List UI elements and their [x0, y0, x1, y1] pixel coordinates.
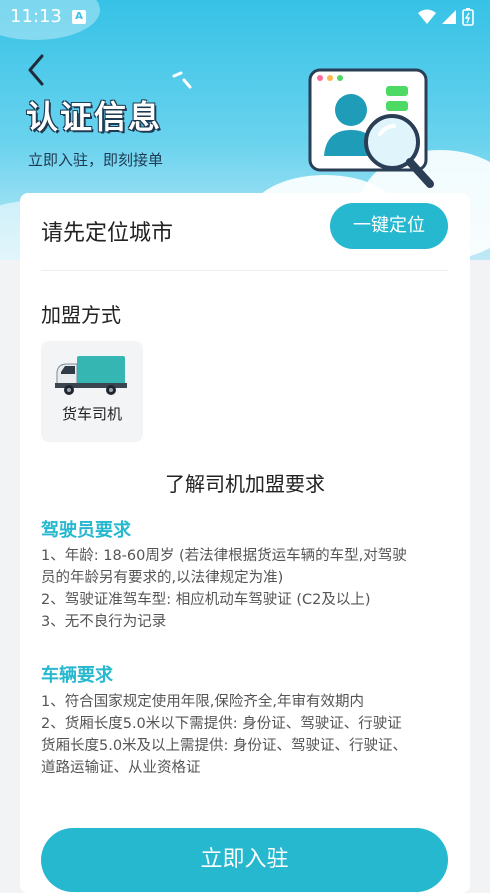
requirement-line: 1、年龄: 18-60周岁 (若法律根据货运车辆的车型,对驾驶 — [41, 548, 407, 564]
sparkle-icon — [172, 71, 192, 89]
requirement-line: 货厢长度5.0米及以上需提供: 身份证、驾驶证、行驶证、 — [41, 738, 408, 754]
vehicle-requirements-title: 车辆要求 — [41, 665, 113, 686]
page-subtitle: 立即入驻，即刻接单 — [28, 151, 164, 169]
requirement-line: 员的年龄另有要求的,以法律规定为准) — [41, 570, 284, 586]
page-title: 认证信息 — [26, 98, 163, 136]
status-time: 11:13 — [10, 6, 62, 27]
id-verification-illustration — [306, 66, 446, 196]
requirement-line: 1、符合国家规定使用年限,保险齐全,年审有效期内 — [41, 694, 364, 710]
requirements-heading: 了解司机加盟要求 — [165, 472, 325, 496]
locate-button[interactable]: 一键定位 — [330, 203, 448, 249]
requirement-line: 2、货厢长度5.0米以下需提供: 身份证、驾驶证、行驶证 — [41, 716, 402, 732]
truck-icon — [55, 356, 127, 395]
join-option-label: 货车司机 — [61, 405, 122, 423]
chevron-left-icon — [28, 54, 44, 86]
join-method-title: 加盟方式 — [41, 303, 121, 327]
requirement-line: 3、无不良行为记录 — [41, 614, 167, 630]
driver-requirements-title: 驾驶员要求 — [41, 520, 131, 541]
status-bar: 11:13 A — [0, 0, 490, 34]
wifi-signal-battery-icon — [418, 8, 474, 26]
status-icons — [416, 8, 478, 30]
back-button[interactable] — [24, 52, 54, 88]
vehicle-requirements-text: 1、符合国家规定使用年限,保险齐全,年审有效期内 2、货厢长度5.0米以下需提供… — [41, 691, 451, 779]
divider — [41, 270, 448, 271]
requirement-line: 道路运输证、从业资格证 — [41, 760, 201, 776]
locate-city-label: 请先定位城市 — [41, 221, 174, 246]
join-now-button[interactable]: 立即入驻 — [41, 828, 448, 892]
id-card-magnifier-icon — [308, 68, 434, 188]
info-card: 请先定位城市 一键定位 加盟方式 货车司机 了解司机加盟要求 驾驶员要求 1、年… — [20, 193, 470, 893]
requirement-line: 2、驾驶证准驾车型: 相应机动车驾驶证 (C2及以上) — [41, 592, 371, 608]
driver-requirements-text: 1、年龄: 18-60周岁 (若法律根据货运车辆的车型,对驾驶 员的年龄另有要求… — [41, 545, 451, 633]
notification-icon: A — [72, 10, 86, 24]
join-option-truck-driver[interactable]: 货车司机 — [41, 341, 143, 442]
